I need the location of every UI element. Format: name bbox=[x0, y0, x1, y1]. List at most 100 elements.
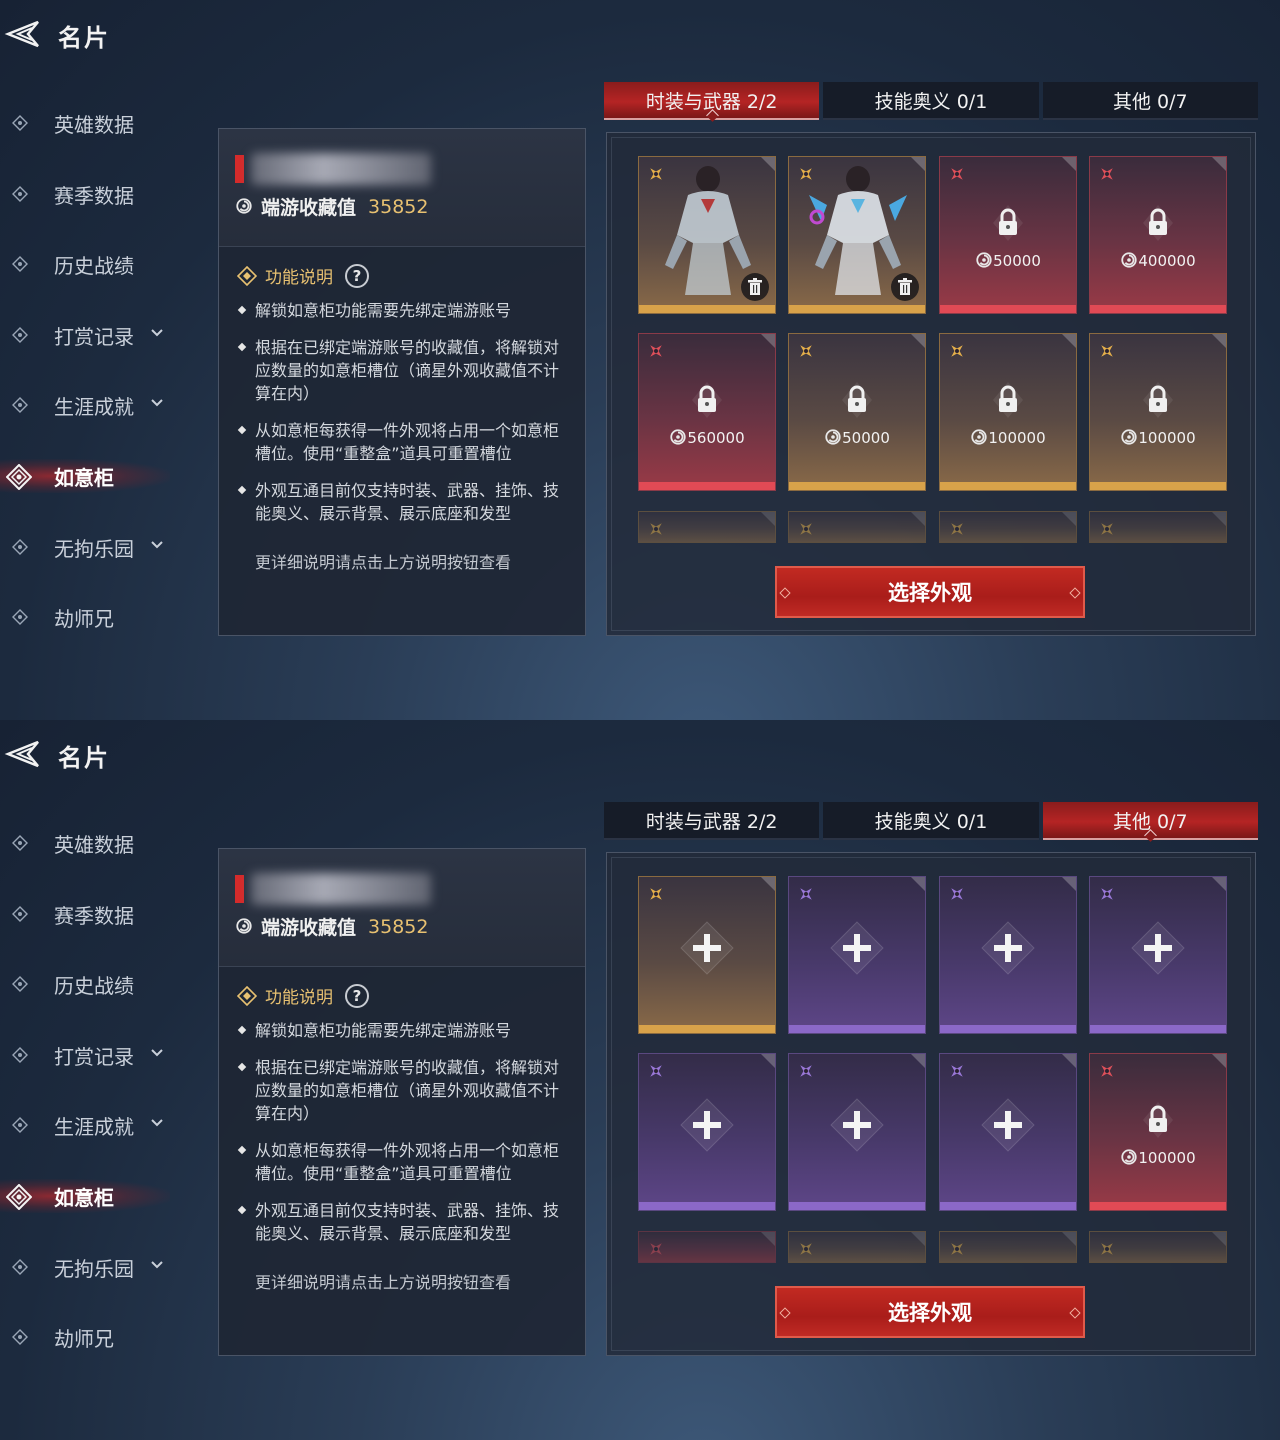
slot-locked[interactable]: 100000 bbox=[939, 333, 1077, 491]
unlock-cost-value: 50000 bbox=[993, 252, 1041, 270]
slot-empty[interactable] bbox=[1089, 876, 1227, 1034]
sidebar-item[interactable]: 劫师兄 bbox=[0, 1302, 200, 1373]
slot-peek bbox=[788, 1231, 926, 1263]
more-info-note: 更详细说明请点击上方说明按钮查看 bbox=[255, 1273, 512, 1292]
plus-icon bbox=[979, 1096, 1037, 1154]
sidebar-item-label: 无拘乐园 bbox=[54, 1256, 134, 1281]
plus-icon bbox=[828, 919, 886, 977]
slot-empty[interactable] bbox=[939, 876, 1077, 1034]
unlock-cost: 100000 bbox=[1090, 428, 1226, 447]
sidebar-item[interactable]: 如意柜 bbox=[0, 441, 200, 512]
slot-empty[interactable] bbox=[788, 1053, 926, 1211]
sidebar-item[interactable]: 赛季数据 bbox=[0, 159, 200, 230]
slot-empty[interactable] bbox=[788, 876, 926, 1034]
slot-empty[interactable] bbox=[638, 876, 776, 1034]
chevron-down-icon[interactable] bbox=[150, 398, 164, 408]
sidebar-item[interactable]: 无拘乐园 bbox=[0, 1232, 200, 1303]
tab-fashion-weapons[interactable]: 时装与武器 2/2 bbox=[604, 82, 820, 120]
rarity-star-icon bbox=[1098, 1062, 1116, 1080]
tab-fashion-weapons[interactable]: 时装与武器 2/2 bbox=[604, 802, 820, 840]
description-item: 从如意柜每获得一件外观将占用一个如意柜槽位。使用“重整盒”道具可重置槽位 bbox=[237, 419, 573, 465]
slot-item[interactable] bbox=[788, 156, 926, 314]
lock-icon bbox=[1141, 203, 1175, 243]
sidebar-item[interactable]: 打赏记录 bbox=[0, 300, 200, 371]
sidebar-item-label: 打赏记录 bbox=[54, 324, 134, 349]
sidebar-item[interactable]: 英雄数据 bbox=[0, 88, 200, 159]
rarity-star-icon bbox=[797, 1062, 815, 1080]
tab-skills[interactable]: 技能奥义 0/1 bbox=[823, 802, 1039, 840]
tab-others[interactable]: 其他 0/7 bbox=[1042, 802, 1258, 840]
plus-icon bbox=[678, 919, 736, 977]
sidebar-item[interactable]: 如意柜 bbox=[0, 1161, 200, 1232]
chevron-down-icon[interactable] bbox=[150, 328, 164, 338]
unlock-cost: 50000 bbox=[940, 251, 1076, 270]
rarity-star-icon bbox=[1098, 165, 1116, 183]
slot-peek bbox=[1089, 511, 1227, 543]
sidebar-item[interactable]: 赛季数据 bbox=[0, 879, 200, 950]
slot-item[interactable] bbox=[638, 156, 776, 314]
profile-header: 端游收藏值 35852 bbox=[219, 129, 585, 247]
slot-locked[interactable]: 400000 bbox=[1089, 156, 1227, 314]
collection-value: 35852 bbox=[368, 915, 429, 938]
sidebar-item[interactable]: 生涯成就 bbox=[0, 1090, 200, 1161]
slot-locked[interactable]: 50000 bbox=[939, 156, 1077, 314]
help-button[interactable]: ? bbox=[345, 263, 369, 288]
unlock-cost-value: 100000 bbox=[988, 429, 1046, 447]
sidebar-item[interactable]: 无拘乐园 bbox=[0, 512, 200, 583]
select-appearance-button[interactable]: 选择外观 bbox=[775, 1286, 1085, 1338]
collection-label: 端游收藏值 bbox=[261, 917, 357, 939]
rarity-star-icon bbox=[948, 1240, 966, 1258]
back-arrow-icon[interactable] bbox=[2, 738, 42, 770]
function-diamond-icon bbox=[237, 985, 257, 1006]
chevron-down-icon[interactable] bbox=[150, 1048, 164, 1058]
sidebar-item[interactable]: 历史战绩 bbox=[0, 229, 200, 300]
sidebar-item-label: 英雄数据 bbox=[54, 833, 134, 857]
coin-icon bbox=[669, 429, 687, 447]
sidebar-item-label: 无拘乐园 bbox=[54, 536, 134, 561]
rarity-star-icon bbox=[1098, 885, 1116, 903]
plus-icon bbox=[828, 1096, 886, 1154]
slot-locked[interactable]: 50000 bbox=[788, 333, 926, 491]
sidebar-item[interactable]: 生涯成就 bbox=[0, 370, 200, 441]
chevron-down-icon[interactable] bbox=[150, 540, 164, 550]
slot-empty[interactable] bbox=[939, 1053, 1077, 1211]
sidebar: 英雄数据 赛季数据 历史战绩打赏记录生涯成就如意柜无拘乐园劫师兄 bbox=[0, 88, 200, 653]
rarity-star-icon bbox=[797, 885, 815, 903]
chevron-down-icon[interactable] bbox=[150, 1260, 164, 1270]
coin-icon bbox=[1120, 252, 1138, 270]
description-item: 根据在已绑定端游账号的收藏值，将解锁对应数量的如意柜槽位（谪星外观收藏值不计算在… bbox=[237, 1056, 573, 1125]
rarity-star-icon bbox=[948, 1062, 966, 1080]
sidebar-item[interactable]: 劫师兄 bbox=[0, 582, 200, 653]
unlock-cost: 100000 bbox=[940, 428, 1076, 447]
slot-locked[interactable]: 100000 bbox=[1089, 333, 1227, 491]
rarity-star-icon bbox=[1098, 342, 1116, 360]
sidebar-item-label: 劫师兄 bbox=[54, 1327, 114, 1352]
sidebar-item[interactable]: 英雄数据 bbox=[0, 808, 200, 879]
sidebar-item-label: 生涯成就 bbox=[54, 395, 134, 420]
plus-icon bbox=[1129, 919, 1187, 977]
chevron-down-icon[interactable] bbox=[150, 1118, 164, 1128]
tab-bar: 时装与武器 2/2 技能奥义 0/1 其他 0/7 bbox=[604, 82, 1258, 120]
slot-peek bbox=[1089, 1231, 1227, 1263]
lock-icon bbox=[1141, 380, 1175, 420]
help-button[interactable]: ? bbox=[345, 983, 369, 1008]
tab-bar: 时装与武器 2/2 技能奥义 0/1 其他 0/7 bbox=[604, 802, 1258, 840]
select-appearance-button[interactable]: 选择外观 bbox=[775, 566, 1085, 618]
rarity-star-icon bbox=[948, 520, 966, 538]
sidebar-item-label: 劫师兄 bbox=[54, 607, 114, 632]
tab-others[interactable]: 其他 0/7 bbox=[1042, 82, 1258, 120]
slot-locked[interactable]: 100000 bbox=[1089, 1053, 1227, 1211]
sidebar-item[interactable]: 打赏记录 bbox=[0, 1020, 200, 1091]
slot-empty[interactable] bbox=[638, 1053, 776, 1211]
description-list: 解锁如意柜功能需要先绑定端游账号 根据在已绑定端游账号的收藏值，将解锁对应数量的如… bbox=[237, 299, 573, 539]
slot-locked[interactable]: 560000 bbox=[638, 333, 776, 491]
lock-icon bbox=[840, 380, 874, 420]
rarity-star-icon bbox=[647, 342, 665, 360]
function-diamond-icon bbox=[237, 265, 257, 286]
trash-icon[interactable] bbox=[741, 273, 769, 301]
sidebar-item[interactable]: 历史战绩 bbox=[0, 949, 200, 1020]
lock-icon bbox=[991, 203, 1025, 243]
trash-icon[interactable] bbox=[891, 273, 919, 301]
back-arrow-icon[interactable] bbox=[2, 18, 42, 50]
tab-skills[interactable]: 技能奥义 0/1 bbox=[823, 82, 1039, 120]
